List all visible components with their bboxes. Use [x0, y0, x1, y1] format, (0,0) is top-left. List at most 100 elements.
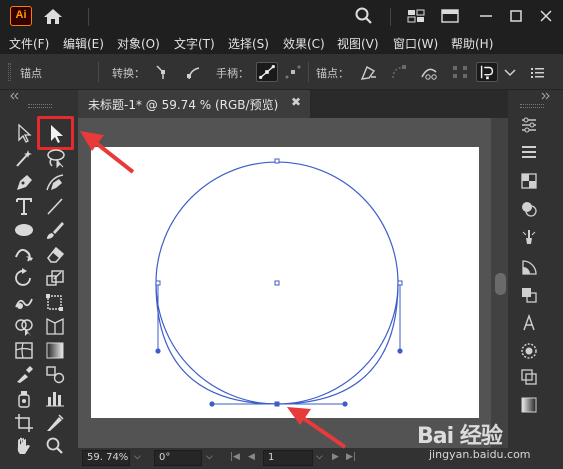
- maximize-icon[interactable]: [506, 6, 526, 26]
- last-artboard-icon[interactable]: ▶|: [346, 452, 356, 462]
- show-handles-icon[interactable]: [256, 62, 278, 82]
- column-graph-tool-icon[interactable]: [43, 387, 67, 409]
- menu-type[interactable]: 文字(T): [174, 35, 215, 52]
- layers-panel-icon[interactable]: [518, 141, 540, 163]
- hand-tool-icon[interactable]: [12, 435, 36, 457]
- previous-artboard-icon[interactable]: ◀: [248, 452, 255, 462]
- zoom-dropdown-icon[interactable]: ⌵: [134, 452, 141, 462]
- vertical-scrollbar[interactable]: [491, 118, 508, 448]
- anchor-point-top[interactable]: [274, 158, 280, 164]
- artboard[interactable]: [91, 147, 479, 418]
- panel-grip[interactable]: [28, 104, 52, 108]
- cut-path-icon[interactable]: [418, 62, 440, 82]
- anchor-point-right[interactable]: [397, 280, 403, 286]
- line-segment-tool-icon[interactable]: [43, 195, 67, 217]
- free-transform-tool-icon[interactable]: [43, 291, 67, 313]
- collapse-panel-icon[interactable]: [8, 92, 22, 100]
- document-tab[interactable]: 未标题-1* @ 59.74 % (RGB/预览) ✖: [78, 90, 310, 118]
- curvature-tool-icon[interactable]: [43, 171, 67, 193]
- paintbrush-tool-icon[interactable]: [43, 219, 67, 241]
- anchor-point-left[interactable]: [155, 280, 161, 286]
- artboard-dropdown-icon[interactable]: ⌵: [316, 452, 323, 462]
- ellipse-tool-icon[interactable]: [12, 219, 36, 241]
- panel-menu-icon[interactable]: [526, 62, 548, 82]
- symbols-panel-icon[interactable]: [518, 256, 540, 278]
- stroke-panel-icon[interactable]: [518, 340, 540, 362]
- type-tool-icon[interactable]: [12, 195, 36, 217]
- menu-file[interactable]: 文件(F): [9, 35, 49, 52]
- pen-tool-icon[interactable]: [12, 171, 36, 193]
- transform-panel-icon[interactable]: [518, 366, 540, 388]
- perspective-grid-tool-icon[interactable]: [43, 315, 67, 337]
- align-anchor-icon[interactable]: [476, 62, 498, 82]
- minimize-icon[interactable]: [476, 6, 496, 26]
- shape-builder-tool-icon[interactable]: [12, 315, 36, 337]
- handle-point-left[interactable]: [155, 348, 161, 354]
- control-bar-grip[interactable]: [8, 63, 11, 81]
- menu-window[interactable]: 窗口(W): [393, 35, 438, 52]
- next-artboard-icon[interactable]: ▶: [332, 452, 339, 462]
- appearance-panel-icon[interactable]: [518, 198, 540, 220]
- gradient-tool-icon[interactable]: [43, 339, 67, 361]
- circle-outline[interactable]: [155, 282, 399, 405]
- symbol-sprayer-tool-icon[interactable]: [12, 387, 36, 409]
- menu-view[interactable]: 视图(V): [337, 35, 379, 52]
- handle-label: 手柄：: [216, 67, 249, 80]
- canvas-area[interactable]: [78, 118, 508, 448]
- zoom-field[interactable]: 59. 74%: [82, 450, 130, 466]
- properties-panel-icon[interactable]: [518, 114, 540, 136]
- close-icon[interactable]: [536, 6, 556, 26]
- menu-effect[interactable]: 效果(C): [283, 35, 325, 52]
- artboard-tool-icon[interactable]: [12, 411, 36, 433]
- swatches-panel-icon[interactable]: [518, 170, 540, 192]
- handle-point-bottom-right[interactable]: [342, 401, 348, 407]
- blend-tool-icon[interactable]: [43, 363, 67, 385]
- lasso-tool-icon[interactable]: [43, 147, 67, 169]
- convert-smooth-icon[interactable]: [182, 62, 204, 82]
- home-icon[interactable]: [42, 6, 64, 26]
- hide-handles-icon[interactable]: [282, 62, 304, 82]
- magic-wand-tool-icon[interactable]: [12, 147, 36, 169]
- panel-grip[interactable]: [520, 104, 544, 108]
- chevron-down-icon[interactable]: [499, 62, 521, 82]
- rotation-field[interactable]: 0°: [154, 450, 202, 466]
- title-bar: Ai: [0, 0, 563, 32]
- connect-anchors-icon[interactable]: [388, 62, 410, 82]
- slice-tool-icon[interactable]: [43, 411, 67, 433]
- character-panel-icon[interactable]: [518, 312, 540, 334]
- tab-close-icon[interactable]: ✖: [291, 95, 301, 109]
- gradient-panel-icon[interactable]: [518, 394, 540, 416]
- arrange-documents-icon[interactable]: [440, 6, 460, 26]
- search-icon[interactable]: [354, 6, 374, 26]
- pathfinder-panel-icon[interactable]: [518, 284, 540, 306]
- scale-tool-icon[interactable]: [43, 267, 67, 289]
- isolate-points-icon[interactable]: [449, 62, 471, 82]
- first-artboard-icon[interactable]: |◀: [230, 452, 240, 462]
- handle-point-bottom-left[interactable]: [209, 401, 215, 407]
- center-point: [274, 280, 280, 286]
- shaper-tool-icon[interactable]: [12, 243, 36, 265]
- remove-anchor-icon[interactable]: [357, 62, 379, 82]
- artwork[interactable]: [91, 147, 479, 418]
- menu-select[interactable]: 选择(S): [228, 35, 269, 52]
- zoom-tool-icon[interactable]: [43, 435, 67, 457]
- menu-edit[interactable]: 编辑(E): [63, 35, 104, 52]
- menu-object[interactable]: 对象(O): [117, 35, 160, 52]
- rotation-dropdown-icon[interactable]: ⌵: [206, 452, 213, 462]
- mesh-tool-icon[interactable]: [12, 339, 36, 361]
- workspace-layout-icon[interactable]: [406, 6, 426, 26]
- eyedropper-tool-icon[interactable]: [12, 363, 36, 385]
- rotate-tool-icon[interactable]: [12, 267, 36, 289]
- scrollbar-thumb[interactable]: [495, 273, 506, 295]
- warp-tool-icon[interactable]: [12, 291, 36, 313]
- anchor-point-bottom[interactable]: [274, 401, 280, 407]
- artboard-number-field[interactable]: 1: [263, 450, 313, 466]
- selection-tool-icon[interactable]: [12, 122, 36, 144]
- handle-point-right[interactable]: [397, 348, 403, 354]
- divider: [308, 62, 309, 82]
- eraser-tool-icon[interactable]: [43, 243, 67, 265]
- convert-corner-icon[interactable]: [152, 62, 174, 82]
- expand-panels-icon[interactable]: [538, 92, 552, 100]
- brushes-panel-icon[interactable]: [518, 226, 540, 248]
- menu-help[interactable]: 帮助(H): [451, 35, 493, 52]
